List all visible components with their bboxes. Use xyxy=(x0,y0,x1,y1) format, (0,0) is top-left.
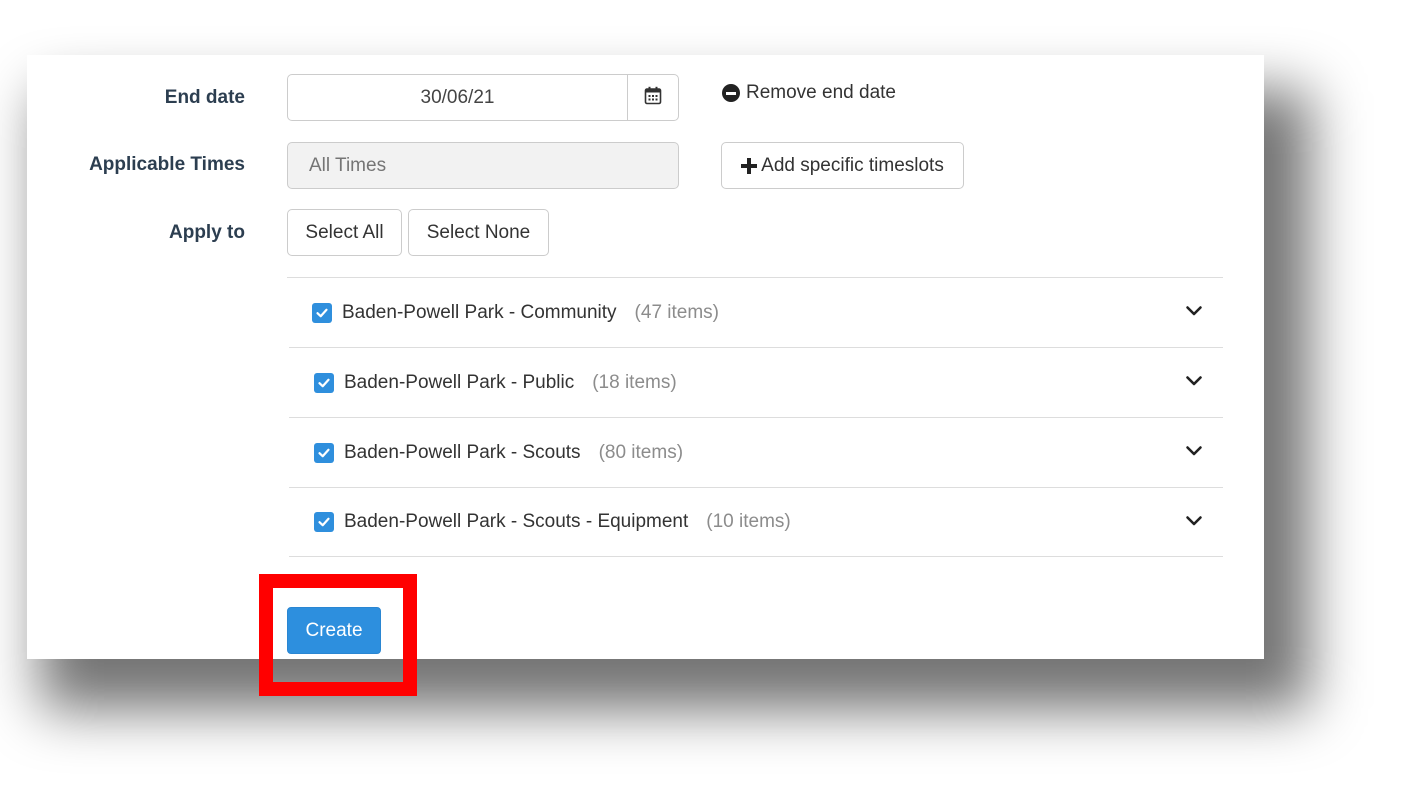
checkbox-checked-icon[interactable] xyxy=(312,302,332,323)
applicable-times-label: Applicable Times xyxy=(89,154,245,175)
group-name: Baden-Powell Park - Public xyxy=(344,371,575,393)
checkbox-checked-icon[interactable] xyxy=(314,372,334,393)
form-panel: End date 30/06/21 Remove end date Applic… xyxy=(27,55,1264,659)
chevron-down-icon[interactable] xyxy=(1185,514,1203,532)
group-name: Baden-Powell Park - Scouts xyxy=(344,441,581,463)
group-item-public[interactable]: Baden-Powell Park - Public (18 items) xyxy=(289,347,1223,417)
group-item-community[interactable]: Baden-Powell Park - Community (47 items) xyxy=(287,277,1223,347)
chevron-down-icon[interactable] xyxy=(1185,374,1203,392)
plus-icon xyxy=(741,157,758,174)
remove-end-date-label: Remove end date xyxy=(746,82,896,103)
minus-circle-icon xyxy=(722,84,740,102)
add-specific-timeslots-button[interactable]: Add specific timeslots xyxy=(721,142,964,189)
group-count: (47 items) xyxy=(634,301,720,323)
checkbox-checked-icon[interactable] xyxy=(314,442,334,463)
group-name: Baden-Powell Park - Scouts - Equipment xyxy=(344,511,689,532)
apply-to-group-list: Baden-Powell Park - Community (47 items)… xyxy=(287,277,1223,557)
calendar-button[interactable] xyxy=(627,75,678,120)
screenshot-stage: End date 30/06/21 Remove end date Applic… xyxy=(0,0,1428,795)
end-date-input[interactable] xyxy=(288,75,627,120)
end-date-group xyxy=(287,74,679,121)
remove-end-date-link[interactable]: Remove end date xyxy=(722,82,896,104)
end-date-label: End date xyxy=(164,87,245,108)
calendar-icon xyxy=(644,86,662,110)
highlight-box xyxy=(259,574,417,696)
group-item-scouts-equipment[interactable]: Baden-Powell Park - Scouts - Equipment (… xyxy=(289,487,1223,557)
chevron-down-icon[interactable] xyxy=(1185,304,1203,322)
select-all-button[interactable]: Select All xyxy=(287,209,402,256)
select-none-button[interactable]: Select None xyxy=(408,209,549,256)
add-timeslots-label: Add specific timeslots xyxy=(761,154,944,176)
group-count: (18 items) xyxy=(592,371,677,393)
applicable-times-input[interactable] xyxy=(287,142,679,189)
group-count: (80 items) xyxy=(598,441,684,463)
group-count: (10 items) xyxy=(706,511,791,532)
apply-to-label: Apply to xyxy=(169,222,245,243)
chevron-down-icon[interactable] xyxy=(1185,444,1203,462)
group-name: Baden-Powell Park - Community xyxy=(342,301,617,323)
group-item-scouts[interactable]: Baden-Powell Park - Scouts (80 items) xyxy=(289,417,1223,487)
checkbox-checked-icon[interactable] xyxy=(314,512,334,532)
